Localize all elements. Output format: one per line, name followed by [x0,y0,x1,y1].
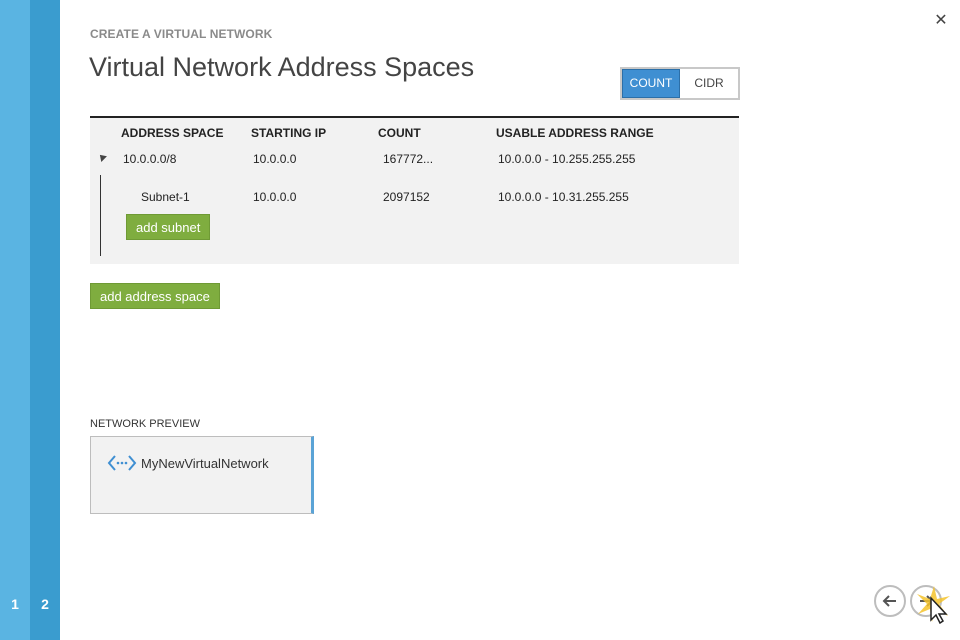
network-preview-name: MyNewVirtualNetwork [141,456,269,471]
tree-connector-line [100,175,101,256]
network-preview-card: MyNewVirtualNetwork [90,436,314,514]
address-space-range: 10.0.0.0 - 10.255.255.255 [498,152,636,166]
header-starting-ip: STARTING IP [251,126,327,140]
wizard-step-rail-1 [0,0,30,640]
click-highlight-icon [917,586,950,624]
page-title: Virtual Network Address Spaces [89,52,475,82]
address-space-count: 167772... [383,152,434,166]
back-button[interactable] [874,585,906,617]
collapse-caret-icon[interactable] [97,152,107,162]
wizard-eyebrow: CREATE A VIRTUAL NETWORK [90,27,273,41]
add-address-space-button[interactable]: add address space [90,283,220,309]
subnet-starting-ip[interactable]: 10.0.0.0 [253,190,296,204]
address-space-starting-ip[interactable]: 10.0.0.0 [253,152,296,166]
add-subnet-button[interactable]: add subnet [126,214,211,240]
wizard-step-rail-2 [30,0,60,640]
network-preview-label: NETWORK PREVIEW [90,418,201,430]
header-usable-address-range: USABLE ADDRESS RANGE [496,126,654,140]
subnet-range: 10.0.0.0 - 10.31.255.255 [498,190,629,204]
wizard-step-1[interactable]: 1 [0,596,30,612]
address-space-table: ADDRESS SPACE STARTING IP COUNT USABLE A… [90,116,739,264]
virtual-network-icon [107,453,137,473]
header-count: COUNT [378,126,421,140]
cidr-toggle-button[interactable]: CIDR [680,69,738,98]
subnet-count[interactable]: 2097152 [383,190,430,204]
count-cidr-toggle: COUNT CIDR [620,67,740,100]
wizard-step-2[interactable]: 2 [30,596,60,612]
header-address-space: ADDRESS SPACE [121,126,224,140]
subnet-name[interactable]: Subnet-1 [141,190,190,204]
arrow-left-icon [882,595,896,607]
count-toggle-button[interactable]: COUNT [622,69,680,98]
address-space-value[interactable]: 10.0.0.0/8 [123,152,176,166]
close-icon[interactable]: ✕ [932,12,950,30]
